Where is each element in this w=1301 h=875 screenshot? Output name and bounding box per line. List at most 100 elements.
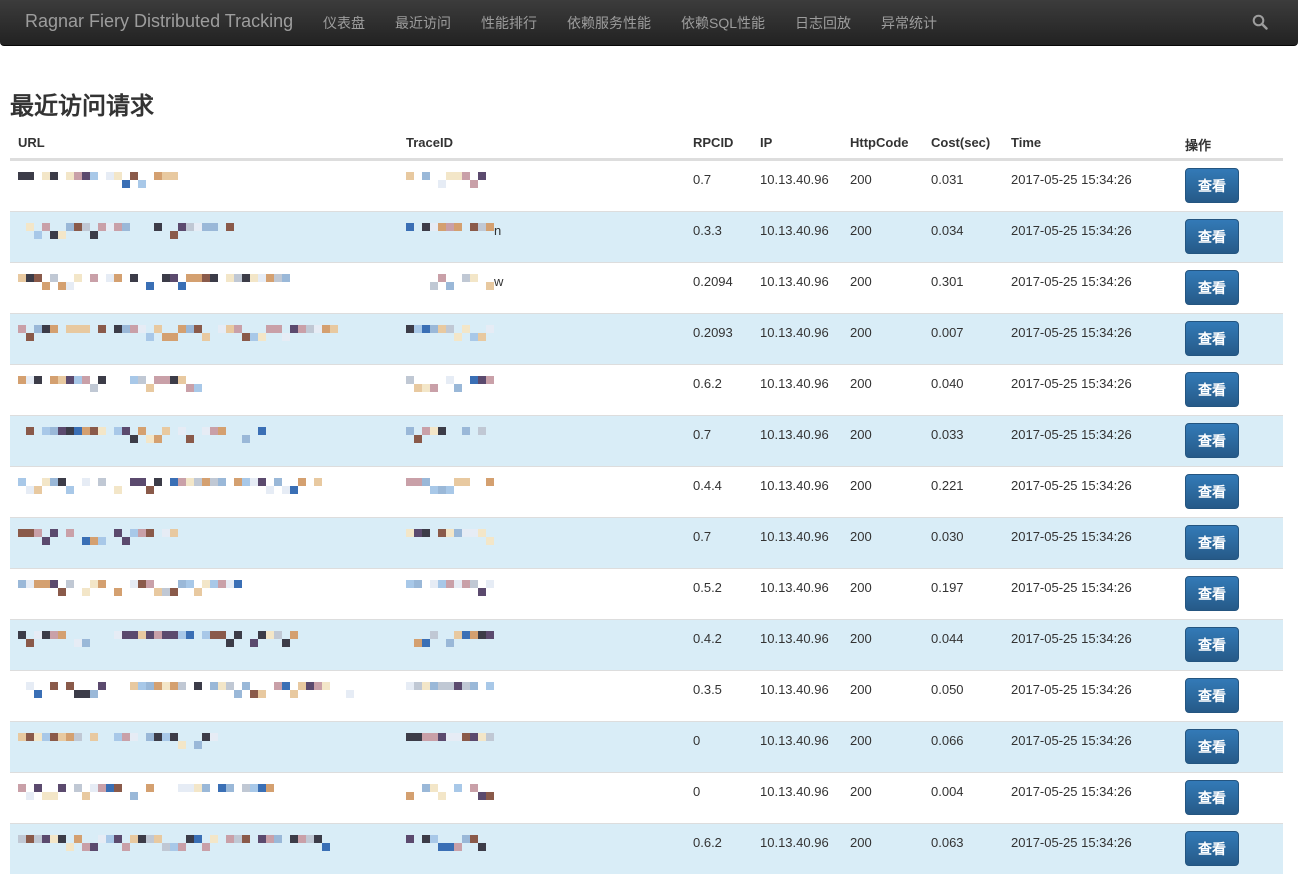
redacted-url — [18, 325, 398, 341]
view-button[interactable]: 查看 — [1185, 678, 1239, 713]
cell-url — [10, 518, 398, 568]
cell-url — [10, 263, 398, 313]
cell-rpcid: 0 — [693, 784, 701, 799]
table-row: 0.3.5 10.13.40.96 200 0.050 2017-05-25 15:34… — [10, 670, 1283, 721]
cell-ip: 10.13.40.96 — [760, 580, 829, 595]
cell-url — [10, 722, 398, 772]
cell-rpcid: 0.3.5 — [693, 682, 722, 697]
table-header: URL TraceID RPCID IP HttpCode Cost(sec) … — [10, 125, 1283, 160]
cell-action: 查看 — [1184, 365, 1283, 415]
cell-ip: 10.13.40.96 — [760, 223, 829, 238]
cell-httpcode: 200 — [850, 529, 872, 544]
table-row: 0.2093 10.13.40.96 200 0.007 2017-05-25 15:3… — [10, 313, 1283, 364]
cell-time: 2017-05-25 15:34:26 — [1011, 631, 1132, 646]
table-row: n 0.3.3 10.13.40.96 200 0.034 2017-05-25 15:3… — [10, 211, 1283, 262]
cell-cost: 0.034 — [931, 223, 964, 238]
cell-action: 查看 — [1184, 467, 1283, 517]
redacted-url — [18, 274, 398, 290]
cell-rpcid: 0.4.4 — [693, 478, 722, 493]
cell-time: 2017-05-25 15:34:26 — [1011, 478, 1132, 493]
nav-item-performance-rank[interactable]: 性能排行 — [466, 0, 552, 46]
redacted-traceid — [406, 631, 494, 647]
view-button[interactable]: 查看 — [1185, 321, 1239, 356]
cell-cost: 0.044 — [931, 631, 964, 646]
view-button[interactable]: 查看 — [1185, 576, 1239, 611]
cell-action: 查看 — [1184, 263, 1283, 313]
nav-item-dependency-sql[interactable]: 依赖SQL性能 — [666, 0, 780, 46]
table-row: 0.4.2 10.13.40.96 200 0.044 2017-05-25 15:34… — [10, 619, 1283, 670]
table-row: w 0.2094 10.13.40.96 200 0.301 2017-05-25 15:… — [10, 262, 1283, 313]
traceid-suffix: n — [494, 223, 502, 238]
redacted-traceid — [406, 478, 494, 494]
cell-httpcode: 200 — [850, 325, 872, 340]
table-row: 0.7 10.13.40.96 200 0.033 2017-05-25 15:34:2… — [10, 415, 1283, 466]
nav-item-dependency-service[interactable]: 依赖服务性能 — [552, 0, 666, 46]
cell-url — [10, 620, 398, 670]
cell-rpcid: 0.6.2 — [693, 376, 722, 391]
cell-time: 2017-05-25 15:34:26 — [1011, 682, 1132, 697]
view-button[interactable]: 查看 — [1185, 423, 1239, 458]
cell-cost: 0.007 — [931, 325, 964, 340]
cell-time: 2017-05-25 15:34:26 — [1011, 376, 1132, 391]
view-button[interactable]: 查看 — [1185, 525, 1239, 560]
view-button[interactable]: 查看 — [1185, 780, 1239, 815]
view-button[interactable]: 查看 — [1185, 219, 1239, 254]
cell-cost: 0.301 — [931, 274, 964, 289]
nav-item-recent[interactable]: 最近访问 — [380, 0, 466, 46]
view-button[interactable]: 查看 — [1185, 474, 1239, 509]
cell-ip: 10.13.40.96 — [760, 733, 829, 748]
brand[interactable]: Ragnar Fiery Distributed Tracking — [25, 11, 293, 32]
cell-rpcid: 0.4.2 — [693, 631, 722, 646]
search-icon[interactable] — [1252, 14, 1268, 30]
cell-time: 2017-05-25 15:34:26 — [1011, 784, 1132, 799]
cell-url — [10, 671, 398, 721]
view-button[interactable]: 查看 — [1185, 168, 1239, 203]
header-ip: IP — [760, 135, 773, 150]
redacted-url — [18, 172, 398, 188]
view-button[interactable]: 查看 — [1185, 729, 1239, 764]
cell-traceid — [398, 365, 686, 415]
cell-traceid — [398, 620, 686, 670]
cell-time: 2017-05-25 15:34:26 — [1011, 733, 1132, 748]
view-button[interactable]: 查看 — [1185, 627, 1239, 662]
nav-item-dashboard[interactable]: 仪表盘 — [308, 0, 380, 46]
cell-ip: 10.13.40.96 — [760, 682, 829, 697]
cell-action: 查看 — [1184, 161, 1283, 211]
cell-cost: 0.040 — [931, 376, 964, 391]
view-button[interactable]: 查看 — [1185, 270, 1239, 305]
cell-rpcid: 0.3.3 — [693, 223, 722, 238]
cell-time: 2017-05-25 15:34:26 — [1011, 529, 1132, 544]
nav-menu: 仪表盘 最近访问 性能排行 依赖服务性能 依赖SQL性能 日志回放 异常统计 — [308, 0, 952, 46]
cell-cost: 0.066 — [931, 733, 964, 748]
cell-url — [10, 212, 398, 262]
nav-item-exception-stats[interactable]: 异常统计 — [866, 0, 952, 46]
cell-action: 查看 — [1184, 314, 1283, 364]
cell-time: 2017-05-25 15:34:26 — [1011, 223, 1132, 238]
cell-httpcode: 200 — [850, 376, 872, 391]
cell-action: 查看 — [1184, 569, 1283, 619]
table-row: 0 10.13.40.96 200 0.004 2017-05-25 15:34:26 查… — [10, 772, 1283, 823]
redacted-traceid — [406, 376, 494, 392]
cell-cost: 0.030 — [931, 529, 964, 544]
table-row: 0.4.4 10.13.40.96 200 0.221 2017-05-25 15:34… — [10, 466, 1283, 517]
redacted-traceid — [406, 427, 494, 443]
cell-ip: 10.13.40.96 — [760, 835, 829, 850]
cell-traceid — [398, 824, 686, 874]
cell-rpcid: 0.2093 — [693, 325, 733, 340]
view-button[interactable]: 查看 — [1185, 831, 1239, 866]
cell-traceid — [398, 773, 686, 823]
header-traceid: TraceID — [406, 135, 453, 150]
table-row: 0 10.13.40.96 200 0.066 2017-05-25 15:34:26 查… — [10, 721, 1283, 772]
cell-traceid — [398, 569, 686, 619]
cell-httpcode: 200 — [850, 223, 872, 238]
nav-item-log-replay[interactable]: 日志回放 — [780, 0, 866, 46]
cell-action: 查看 — [1184, 518, 1283, 568]
view-button[interactable]: 查看 — [1185, 372, 1239, 407]
cell-rpcid: 0.7 — [693, 529, 712, 544]
redacted-url — [18, 376, 398, 392]
redacted-url — [18, 733, 398, 749]
cell-ip: 10.13.40.96 — [760, 325, 829, 340]
cell-ip: 10.13.40.96 — [760, 376, 829, 391]
header-action: 操作 — [1185, 138, 1212, 153]
table-row: 0.6.2 10.13.40.96 200 0.040 2017-05-25 15:34… — [10, 364, 1283, 415]
